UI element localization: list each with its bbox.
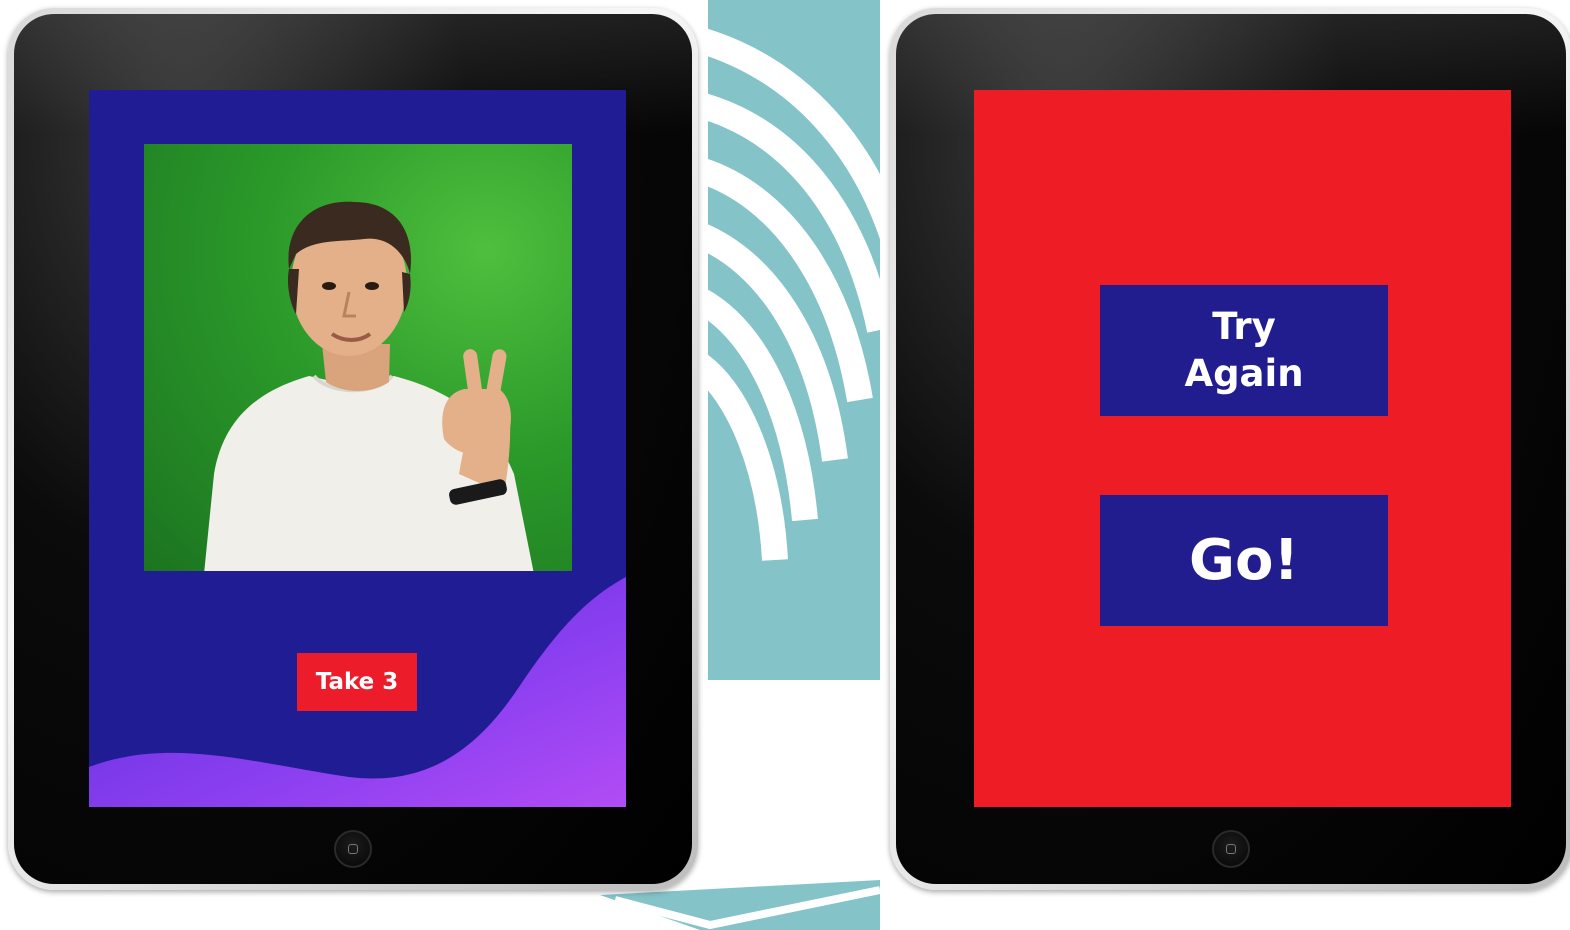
- retake-screen: Try Again Go!: [974, 90, 1511, 807]
- try-again-button[interactable]: Try Again: [1100, 285, 1388, 416]
- captured-photo: [144, 144, 572, 571]
- go-button[interactable]: Go!: [1100, 495, 1388, 626]
- tablet-left: Take 3: [8, 8, 698, 890]
- home-button[interactable]: [334, 830, 372, 868]
- take-photo-button[interactable]: Take 3: [297, 653, 417, 711]
- tablet-right: Try Again Go!: [890, 8, 1570, 890]
- try-again-label-line2: Again: [1184, 351, 1304, 395]
- photo-booth-screen: Take 3: [89, 90, 626, 807]
- home-button[interactable]: [1212, 830, 1250, 868]
- person-photo-illustration: [204, 201, 534, 571]
- try-again-label-line1: Try: [1212, 305, 1276, 349]
